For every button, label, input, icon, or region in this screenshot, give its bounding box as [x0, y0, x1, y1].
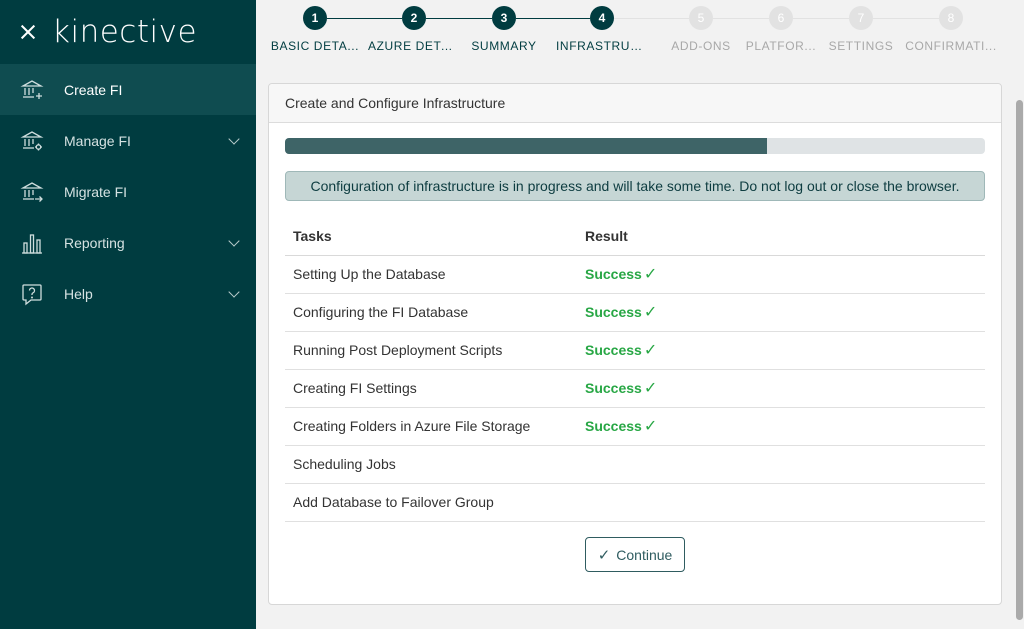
task-result [577, 483, 985, 522]
step-label: CONFIRMATI... [905, 39, 997, 53]
step-label: AZURE DETA... [368, 39, 461, 53]
sidebar-item-label: Create FI [64, 81, 123, 98]
success-status: Success [585, 304, 642, 320]
step-label: SUMMARY [471, 39, 537, 53]
tasks-column-header: Tasks [285, 217, 577, 256]
checkmark-icon: ✓ [643, 380, 658, 397]
table-header-row: Tasks Result [285, 217, 985, 256]
sidebar-item-create-fi[interactable]: Create FI [0, 64, 256, 115]
sidebar-item-label: Reporting [64, 234, 125, 251]
step-number: 6 [769, 6, 793, 30]
sidebar: kinective Create FI Manage FI Migrate FI Re… [0, 0, 256, 629]
checkmark-icon: ✓ [643, 304, 658, 321]
task-result: Success ✓ [577, 369, 985, 408]
task-name: Add Database to Failover Group [285, 483, 577, 522]
step-number: 4 [590, 6, 614, 30]
info-alert: Configuration of infrastructure is in pr… [285, 171, 985, 201]
table-row: Add Database to Failover Group [285, 483, 985, 522]
step-number: 8 [939, 6, 963, 30]
brand-bar: kinective [0, 0, 256, 64]
check-icon: ✓ [597, 546, 611, 564]
step-number: 7 [849, 6, 873, 30]
step-number: 2 [402, 6, 426, 30]
chevron-down-icon[interactable] [228, 286, 240, 298]
step-azure-details[interactable]: 2 AZURE DETA... [364, 6, 464, 53]
bank-migrate-icon [20, 180, 44, 204]
task-name: Scheduling Jobs [285, 445, 577, 484]
continue-label: Continue [616, 546, 673, 563]
sidebar-item-manage-fi[interactable]: Manage FI [0, 115, 256, 166]
table-row: Configuring the FI Database Success ✓ [285, 293, 985, 332]
sidebar-item-help[interactable]: Help [0, 268, 256, 319]
chevron-down-icon[interactable] [228, 235, 240, 247]
step-number: 5 [689, 6, 713, 30]
chevron-down-icon[interactable] [228, 133, 240, 145]
task-result [577, 445, 985, 484]
sidebar-item-reporting[interactable]: Reporting [0, 217, 256, 268]
step-infrastructure[interactable]: 4 INFRASTRUCT... [552, 6, 652, 53]
continue-button[interactable]: ✓ Continue [585, 537, 685, 572]
close-icon[interactable] [18, 22, 38, 42]
checkmark-icon: ✓ [643, 266, 658, 283]
task-result: Success ✓ [577, 407, 985, 446]
scrollbar-thumb[interactable] [1016, 100, 1023, 620]
card-title: Create and Configure Infrastructure [269, 84, 1001, 123]
progress-fill [285, 138, 767, 154]
table-row: Setting Up the Database Success ✓ [285, 255, 985, 294]
step-label: BASIC DETA... [270, 39, 360, 53]
wizard-stepper: 1 BASIC DETA... 2 AZURE DETA... 3 SUMMARY 4 INF… [268, 0, 1008, 66]
table-row: Creating FI Settings Success ✓ [285, 369, 985, 408]
step-number: 3 [492, 6, 516, 30]
step-confirmation[interactable]: 8 CONFIRMATI... [901, 6, 1001, 53]
task-result: Success ✓ [577, 331, 985, 370]
task-result: Success ✓ [577, 293, 985, 332]
logo: kinective [52, 14, 198, 50]
task-name: Running Post Deployment Scripts [285, 331, 577, 370]
table-row: Creating Folders in Azure File Storage Su… [285, 407, 985, 446]
task-name: Configuring the FI Database [285, 293, 577, 332]
table-row: Scheduling Jobs [285, 445, 985, 484]
bank-settings-icon [20, 129, 44, 153]
step-basic-details[interactable]: 1 BASIC DETA... [265, 6, 365, 53]
step-summary[interactable]: 3 SUMMARY [454, 6, 554, 53]
step-label: INFRASTRUCT... [556, 39, 652, 53]
success-status: Success [585, 266, 642, 282]
success-status: Success [585, 418, 642, 434]
step-settings[interactable]: 7 SETTINGS [811, 6, 911, 53]
sidebar-item-label: Migrate FI [64, 183, 128, 200]
task-name: Setting Up the Database [285, 255, 577, 294]
success-status: Success [585, 342, 642, 358]
task-result: Success ✓ [577, 255, 985, 294]
step-number: 1 [303, 6, 327, 30]
tasks-table: Tasks Result Setting Up the Database Succ… [285, 217, 985, 522]
sidebar-nav: Create FI Manage FI Migrate FI Reporting Hel… [0, 64, 256, 319]
sidebar-item-label: Help [64, 285, 93, 302]
task-name: Creating Folders in Azure File Storage [285, 407, 577, 446]
step-label: SETTINGS [828, 39, 894, 53]
result-column-header: Result [577, 217, 985, 256]
sidebar-item-label: Manage FI [64, 132, 131, 149]
checkmark-icon: ✓ [643, 418, 658, 435]
help-chat-icon [20, 282, 44, 306]
progress-bar [285, 138, 985, 154]
task-name: Creating FI Settings [285, 369, 577, 408]
table-row: Running Post Deployment Scripts Success ✓ [285, 331, 985, 370]
bank-add-icon [20, 78, 44, 102]
page-scrollbar[interactable] [1015, 0, 1024, 629]
checkmark-icon: ✓ [643, 342, 658, 359]
success-status: Success [585, 380, 642, 396]
infrastructure-card: Create and Configure Infrastructure Conf… [268, 83, 1002, 605]
bar-chart-icon [20, 231, 44, 255]
sidebar-item-migrate-fi[interactable]: Migrate FI [0, 166, 256, 217]
